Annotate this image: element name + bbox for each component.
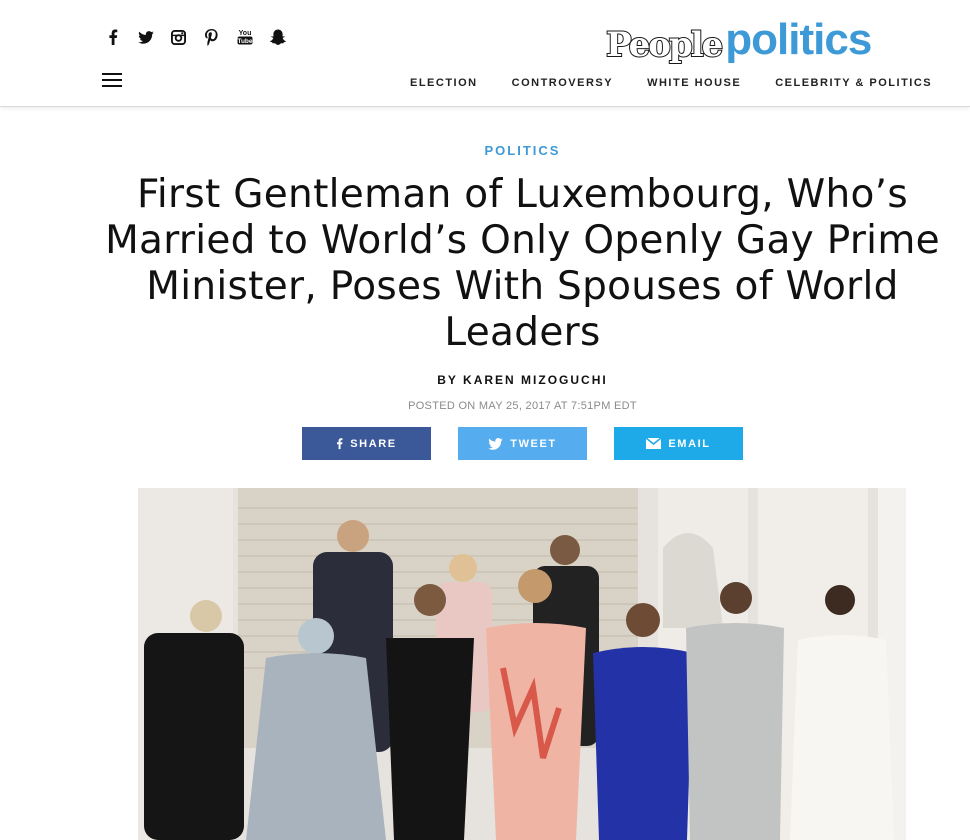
instagram-icon[interactable] (162, 24, 195, 50)
article-date: POSTED ON MAY 25, 2017 AT 7:51PM EDT (408, 400, 637, 412)
nav-white-house[interactable]: WHITE HOUSE (647, 77, 741, 89)
facebook-share-label: SHARE (350, 437, 397, 450)
group-photo-image (138, 488, 906, 840)
svg-text:Tube: Tube (237, 38, 252, 45)
tweet-label: TWEET (510, 437, 557, 450)
nav-controversy[interactable]: CONTROVERSY (512, 77, 613, 89)
youtube-icon[interactable]: You Tube (228, 24, 261, 50)
article-hero-photo (138, 488, 906, 840)
email-share-label: EMAIL (668, 437, 711, 450)
site-logo[interactable]: People politics (605, 6, 872, 65)
snapchat-icon[interactable] (261, 24, 294, 50)
pinterest-icon[interactable] (195, 24, 228, 50)
tweet-button[interactable]: TWEET (458, 427, 587, 460)
nav-celebrity-politics[interactable]: CELEBRITY & POLITICS (775, 77, 932, 89)
facebook-icon[interactable] (96, 24, 129, 50)
main-nav: ELECTION CONTROVERSY WHITE HOUSE CELEBRI… (410, 77, 932, 89)
envelope-icon (646, 438, 662, 449)
nav-election[interactable]: ELECTION (410, 77, 478, 89)
article-byline: BY KAREN MIZOGUCHI (437, 373, 608, 387)
svg-text:You: You (238, 30, 251, 37)
logo-people: People (605, 25, 724, 65)
share-bar: SHARE TWEET EMAIL (302, 427, 743, 460)
facebook-share-button[interactable]: SHARE (302, 427, 431, 460)
twitter-icon (488, 437, 503, 450)
menu-icon[interactable] (102, 73, 122, 88)
logo-politics: politics (725, 15, 872, 64)
facebook-icon (337, 438, 343, 450)
article-headline: First Gentleman of Luxembourg, Who’s Mar… (105, 172, 940, 355)
site-header: You Tube People politics ELECTION CONTROV… (0, 0, 970, 107)
twitter-icon[interactable] (129, 24, 162, 50)
social-links: You Tube (96, 24, 294, 50)
article-category[interactable]: POLITICS (0, 143, 970, 158)
email-share-button[interactable]: EMAIL (614, 427, 743, 460)
